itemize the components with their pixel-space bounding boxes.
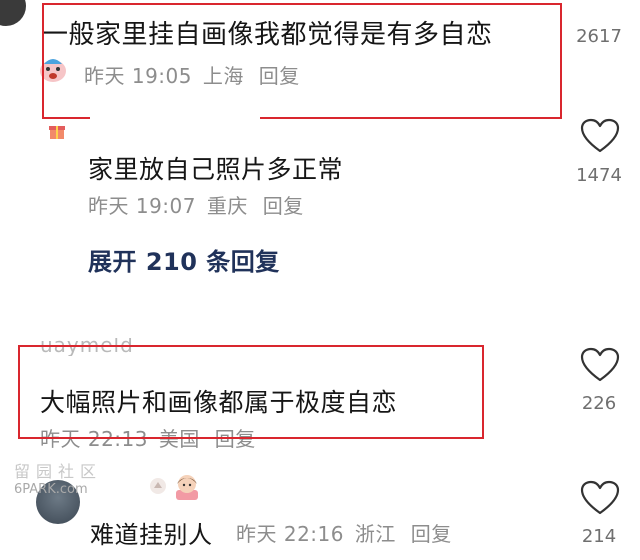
comment-4-like-count: 214 (581, 526, 617, 547)
comment-4-heart-icon[interactable] (580, 480, 620, 516)
comment-4-location: 浙江 (354, 522, 396, 546)
expand-replies-button[interactable]: 展开 210 条回复 (88, 242, 280, 277)
comment-2-time: 昨天 19:07 (88, 194, 196, 218)
comment-4-badge-icon (148, 476, 168, 496)
comment-2-heart-icon[interactable] (580, 118, 620, 154)
comment-4-time: 昨天 22:16 (236, 522, 344, 546)
comment-3-heart-icon[interactable] (580, 347, 620, 383)
highlight-box-2 (18, 345, 484, 439)
reply-1-username-faded (90, 116, 260, 122)
comment-4-girl-emoji-icon (172, 472, 202, 502)
comment-2-meta: 昨天 19:07 重庆 回复 (88, 190, 304, 219)
comment-2-text: 家里放自己照片多正常 (88, 155, 344, 184)
comment-2-like-count: 1474 (576, 165, 622, 186)
watermark-cn: 留园社区 (14, 462, 103, 481)
comment-4-reply-link[interactable]: 回复 (411, 522, 452, 546)
gift-icon (48, 122, 66, 140)
comment-4-meta: 昨天 22:16 浙江 回复 (236, 518, 452, 547)
avatar-commenter-1[interactable] (0, 0, 26, 26)
watermark-en: 6PARK.com (14, 482, 88, 497)
comment-2-reply-link[interactable]: 回复 (263, 194, 304, 218)
highlight-box-1 (42, 3, 562, 119)
comment-4-text: 难道挂别人 (90, 521, 213, 549)
comment-1-like-count: 2617 (576, 26, 622, 47)
comment-2-location: 重庆 (206, 194, 248, 218)
comment-3-like-count: 226 (581, 393, 617, 414)
